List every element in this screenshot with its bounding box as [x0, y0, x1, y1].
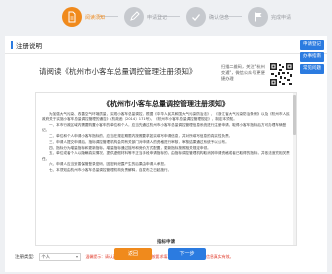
edit-icon: [124, 7, 144, 27]
notice-document[interactable]: 《杭州市小客车总量调控管理注册须知》 为加强大气污染、改善空气环境质量，实现小客…: [35, 92, 297, 246]
document-paragraph: 二、单位和个人申请小客车指标的，应当在规定期限内按照要求如实填写申请信息，并对所…: [49, 134, 233, 138]
step-label: 申请登记: [147, 14, 168, 21]
scrollbar-thumb[interactable]: [293, 95, 296, 135]
document-scrollbar[interactable]: [293, 93, 296, 245]
back-button[interactable]: 返回: [114, 248, 152, 260]
step-confirm: 确认信息: [186, 6, 229, 28]
qr-hint-text: 扫描二维码，关注"杭州交通"，微信公众号更便捷办理: [221, 64, 265, 81]
document-paragraph: 为加强大气污染、改善空气环境质量，实现小客车总量调控，根据《中华人民共和国大气污…: [42, 112, 290, 122]
document-title: 《杭州市小客车总量调控管理注册须知》: [103, 100, 229, 108]
document-paragraph: 六、申请人应当妥善保管登录密码，因密码泄露产生的后果由申请人承担。: [49, 162, 168, 167]
step-progress: 阅读须知 申请登记 确认信息 完成申请: [0, 0, 332, 34]
step-apply: 申请登记: [124, 6, 167, 28]
document-paragraph: 五、单位或者个人以隐瞒真实情况、提供虚假材料等不正当手段申请指标的，由指标调控管…: [42, 151, 290, 161]
selected-value: 个人: [41, 254, 50, 259]
document-body: 为加强大气污染、改善空气环境质量，实现小客车总量调控，根据《中华人民共和国大气污…: [42, 112, 290, 240]
flag-icon: [248, 7, 268, 27]
step-label: 确认信息: [209, 14, 230, 21]
next-step-button[interactable]: 下一步: [168, 248, 206, 260]
panel-header: 注册说明: [5, 36, 327, 54]
header-accent-bar: [11, 41, 13, 49]
registration-panel: 注册说明 请阅读《杭州市小客车总量调控管理注册须知》 扫描二维码，关注"杭州交通…: [5, 36, 327, 272]
registration-type-label: 注册类型:: [15, 255, 35, 260]
read-notice-title: 请阅读《杭州市小客车总量调控管理注册须知》: [39, 67, 197, 76]
warning-text: 温馨提示：请认真阅读以上须知内容并按要求填写申请信息，确保申请信息真实有效。: [85, 254, 234, 259]
step-label: 完成申请: [271, 14, 292, 21]
qr-code-icon: [269, 62, 294, 87]
step-label: 阅读须知: [85, 14, 106, 21]
step-read-notice: 阅读须知: [62, 6, 105, 28]
document-icon: [62, 7, 82, 27]
chevron-down-icon: [75, 256, 78, 258]
side-button-faq[interactable]: 常见问题: [300, 64, 324, 74]
side-button-guide[interactable]: 办事指南: [300, 52, 324, 62]
document-paragraph: 三、申请人提交申请后，指标调控管理机构会同有关部门对申请人的资格进行审核，审核结…: [49, 139, 229, 144]
document-paragraph: 一、本市行政区域内需要购置小客车的单位和个人，应当先通过杭州市小客车总量调控管理…: [42, 123, 287, 133]
document-paragraph: 七、本须知由杭州市小客车总量调控管理机构负责解释，自发布之日起施行。: [49, 168, 172, 173]
document-footer: 指标申请: [157, 240, 175, 245]
step-complete: 完成申请: [248, 6, 291, 28]
side-button-apply[interactable]: 申请登记: [300, 40, 324, 50]
panel-title: 注册说明: [16, 42, 42, 50]
registration-type-select[interactable]: 个人: [38, 253, 81, 261]
check-icon: [186, 7, 206, 27]
